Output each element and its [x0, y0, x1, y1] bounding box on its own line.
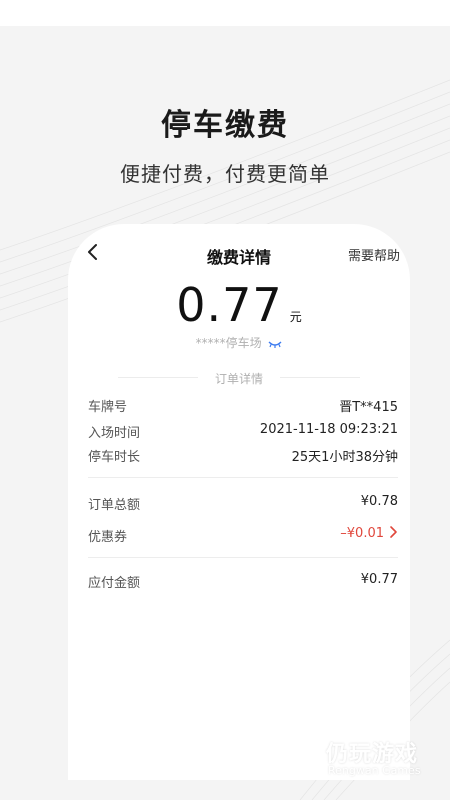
- detail-row-entry-time: 入场时间 2021-11-18 09:23:21: [88, 422, 398, 442]
- order-total-label: 订单总额: [88, 498, 141, 513]
- amount-unit: 元: [289, 310, 302, 324]
- page-title: 停车缴费: [161, 108, 289, 143]
- detail-row-plate: 车牌号 晋T**415: [88, 396, 398, 416]
- amount-value: 0.77: [176, 278, 283, 332]
- watermark-sub: Rengwan Games: [328, 764, 421, 777]
- section-divider: 订单详情: [68, 370, 410, 386]
- rengwan-logo-icon: [280, 740, 314, 776]
- payable-label: 应付金额: [88, 576, 141, 591]
- coupon-row[interactable]: 优惠券 –¥0.01: [88, 526, 398, 546]
- watermark: 仍玩游戏 Rengwan Games: [274, 734, 444, 784]
- order-total-value: ¥0.78: [360, 494, 398, 509]
- order-total-row: 订单总额 ¥0.78: [88, 494, 398, 514]
- chevron-right-icon[interactable]: [389, 524, 398, 543]
- amount-display: 0.77 元: [68, 278, 410, 332]
- parking-lot-name: *****停车场: [195, 336, 262, 350]
- detail-row-duration: 停车时长 25天1小时38分钟: [88, 446, 398, 466]
- detail-key: 停车时长: [88, 450, 141, 465]
- detail-value: 2021-11-18 09:23:21: [259, 422, 398, 437]
- detail-value: 25天1小时38分钟: [291, 450, 398, 465]
- payable-row: 应付金额 ¥0.77: [88, 572, 398, 592]
- coupon-label: 优惠券: [88, 530, 128, 545]
- coupon-value: –¥0.01: [340, 526, 384, 541]
- detail-value: 晋T**415: [339, 400, 398, 415]
- detail-key: 车牌号: [88, 400, 128, 415]
- eye-closed-icon[interactable]: [268, 340, 282, 348]
- payable-value: ¥0.77: [360, 572, 398, 587]
- detail-key: 入场时间: [88, 426, 141, 441]
- payment-detail-screen: 缴费详情 需要帮助 0.77 元 *****停车场 订单详情 车牌号 晋T**4…: [68, 224, 410, 780]
- help-button[interactable]: 需要帮助: [348, 245, 400, 264]
- page-subtitle: 便捷付费，付费更简单: [120, 162, 330, 186]
- divider-line-right: [280, 377, 360, 378]
- divider: [88, 477, 398, 478]
- parking-lot-row: *****停车场: [68, 334, 410, 351]
- section-label: 订单详情: [214, 372, 263, 386]
- divider: [88, 557, 398, 558]
